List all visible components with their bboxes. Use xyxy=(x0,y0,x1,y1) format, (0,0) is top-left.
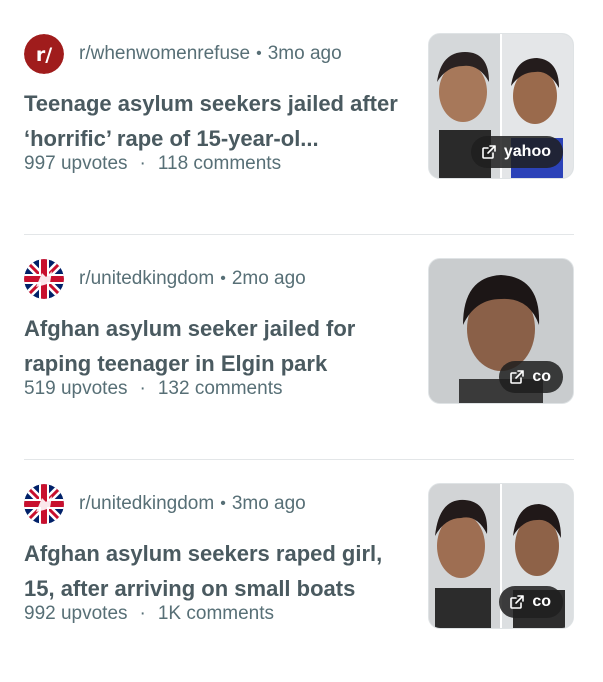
svg-text:r/: r/ xyxy=(36,44,52,66)
post-thumbnail[interactable]: yahoo xyxy=(428,33,574,179)
post-stats: 992 upvotes · 1K comments xyxy=(24,603,274,625)
post-age: 3mo ago xyxy=(231,493,306,514)
upvote-count: 997 upvotes xyxy=(24,153,128,174)
subreddit-name[interactable]: r/unitedkingdom xyxy=(79,268,214,290)
post-meta: r/ r/whenwomenrefuse • 3mo ago xyxy=(24,34,342,74)
post-card[interactable]: r/unitedkingdom • 2mo ago Afghan asylum … xyxy=(0,225,603,450)
uk-flag-icon[interactable] xyxy=(24,259,64,299)
post-stats: 519 upvotes · 132 comments xyxy=(24,378,282,400)
upvote-count: 992 upvotes xyxy=(24,603,128,624)
external-link-icon xyxy=(482,145,496,159)
link-source-badge[interactable]: co xyxy=(499,586,563,618)
comment-count: 1K comments xyxy=(157,603,275,624)
post-age: 2mo ago xyxy=(231,268,306,289)
post-card[interactable]: r/unitedkingdom • 3mo ago Afghan asylum … xyxy=(0,450,603,675)
external-link-icon xyxy=(510,595,525,609)
link-source-badge[interactable]: co xyxy=(499,361,563,393)
link-source-label: yahoo xyxy=(503,143,551,160)
post-meta: r/unitedkingdom • 3mo ago xyxy=(24,484,306,524)
link-source-label: co xyxy=(532,593,551,610)
subreddit-name[interactable]: r/whenwomenrefuse xyxy=(79,43,250,65)
stats-separator: · xyxy=(139,603,146,624)
post-card[interactable]: r/ r/whenwomenrefuse • 3mo ago Teenage a… xyxy=(0,0,603,225)
external-link-icon xyxy=(510,370,525,384)
subreddit-name[interactable]: r/unitedkingdom xyxy=(79,493,214,515)
post-age: 3mo ago xyxy=(267,43,342,64)
meta-bullet: • xyxy=(220,495,226,512)
meta-bullet: • xyxy=(256,45,262,62)
uk-flag-icon[interactable] xyxy=(24,484,64,524)
post-title[interactable]: Afghan asylum seeker jailed for raping t… xyxy=(24,311,414,381)
link-source-badge[interactable]: yahoo xyxy=(470,136,563,168)
comment-count: 132 comments xyxy=(157,378,283,399)
post-thumbnail[interactable]: co xyxy=(428,258,574,404)
post-title[interactable]: Afghan asylum seekers raped girl, 15, af… xyxy=(24,536,414,606)
comment-count: 118 comments xyxy=(157,153,282,174)
stats-separator: · xyxy=(139,378,146,399)
subreddit-avatar-icon[interactable]: r/ xyxy=(24,34,64,74)
meta-bullet: • xyxy=(220,270,226,287)
post-stats: 997 upvotes · 118 comments xyxy=(24,153,281,175)
post-meta: r/unitedkingdom • 2mo ago xyxy=(24,259,306,299)
upvote-count: 519 upvotes xyxy=(24,378,128,399)
link-source-label: co xyxy=(532,368,551,385)
post-title[interactable]: Teenage asylum seekers jailed after ‘hor… xyxy=(24,86,414,156)
post-thumbnail[interactable]: co xyxy=(428,483,574,629)
stats-separator: · xyxy=(139,153,146,174)
